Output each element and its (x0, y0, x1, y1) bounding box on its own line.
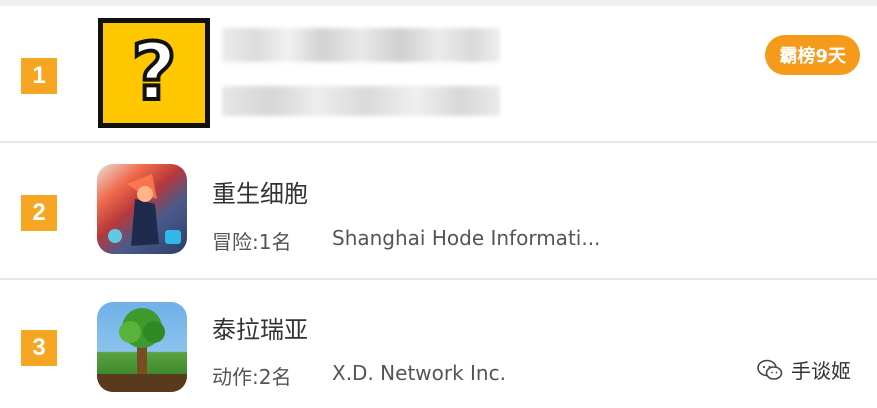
question-mark-icon: ? (98, 18, 210, 128)
terraria-icon[interactable] (97, 302, 187, 392)
app-title[interactable]: 重生细胞 (212, 174, 308, 209)
question-mark-symbol: ? (103, 23, 205, 123)
developer-name: X.D. Network Inc. (332, 361, 506, 385)
rank-badge: 1 (21, 58, 57, 94)
wechat-icon (757, 359, 783, 380)
watermark: 手谈姬 (757, 355, 851, 384)
dead-cells-icon[interactable] (97, 164, 187, 254)
blurred-title (222, 28, 500, 62)
blurred-subtitle (222, 86, 500, 116)
app-meta: 冒险:1名 Shanghai Hode Informati... (212, 226, 600, 255)
rank-badge: 3 (21, 330, 57, 366)
rank-badge: 2 (21, 195, 57, 231)
list-item-rank-3[interactable]: 3 泰拉瑞亚 动作:2名 X.D. Network Inc. (0, 280, 877, 408)
category-rank: 冒险:1名 (212, 230, 292, 254)
category-rank: 动作:2名 (212, 365, 292, 389)
list-item-rank-2[interactable]: 2 重生细胞 冒险:1名 Shanghai Hode Informati... (0, 143, 877, 279)
app-title[interactable]: 泰拉瑞亚 (212, 310, 308, 345)
watermark-text: 手谈姬 (791, 359, 851, 383)
list-item-rank-1[interactable]: 1 ? 霸榜9天 (0, 6, 877, 142)
app-meta: 动作:2名 X.D. Network Inc. (212, 361, 506, 390)
streak-badge: 霸榜9天 (765, 35, 860, 75)
developer-name: Shanghai Hode Informati... (332, 226, 601, 250)
